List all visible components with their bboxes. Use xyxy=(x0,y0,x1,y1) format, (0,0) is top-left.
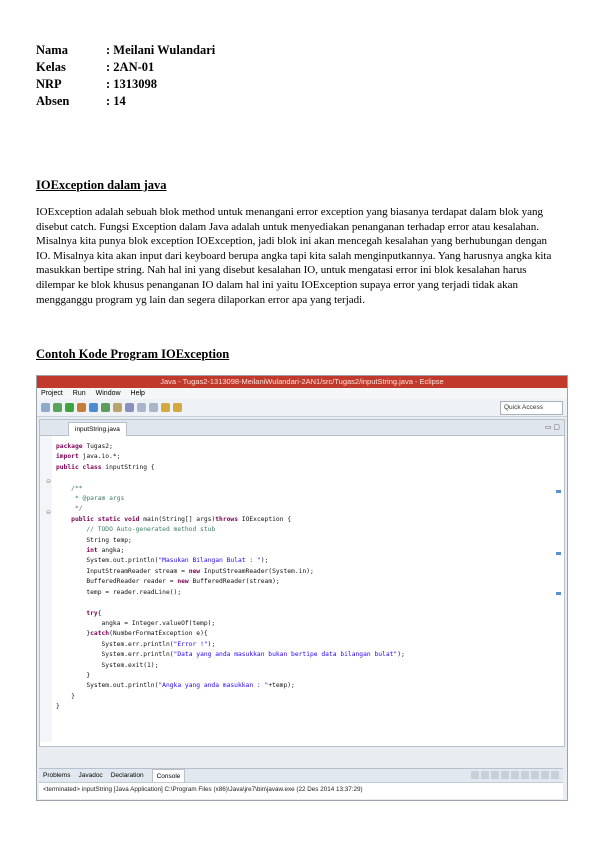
code-line: try{ xyxy=(86,609,102,617)
info-key: Nama xyxy=(36,43,68,57)
fold-icon[interactable]: ⊖ xyxy=(46,509,51,516)
code-line: BufferedReader reader = new BufferedRead… xyxy=(56,578,280,586)
info-key: NRP xyxy=(36,77,62,91)
code-line: System.out.println("Masukan Bilangan Bul… xyxy=(56,557,269,565)
code-line: import java.io.*; xyxy=(56,453,121,461)
section-heading-example: Contoh Kode Program IOException xyxy=(36,347,230,361)
code-line: public static void main(String[] args)th… xyxy=(71,515,292,523)
menu-help[interactable]: Help xyxy=(131,388,145,399)
code-line: temp = reader.readLine(); xyxy=(56,588,182,596)
previous-annotation-icon[interactable] xyxy=(149,403,158,412)
code-editor[interactable]: inputString.java ▭ ▢ ⊖ ⊖ package Tugas2;… xyxy=(39,419,565,747)
remove-all-icon[interactable] xyxy=(491,771,499,779)
info-value: : Meilani Wulandari xyxy=(106,43,216,57)
code-line: } xyxy=(56,671,91,679)
toolbar-icons xyxy=(41,403,182,412)
code-line: } xyxy=(56,692,75,700)
code-line: String temp; xyxy=(56,536,132,544)
code-line: package Tugas2; xyxy=(56,443,113,450)
tab-problems[interactable]: Problems xyxy=(43,769,70,782)
toolbar: Quick Access xyxy=(37,399,567,417)
student-info: Nama : Meilani Wulandari Kelas : 2AN-01 … xyxy=(36,42,215,110)
console-toolbar xyxy=(471,771,559,779)
overview-marker[interactable] xyxy=(556,592,561,595)
code-line: System.out.println("Angka yang anda masu… xyxy=(56,682,295,690)
scroll-lock-icon[interactable] xyxy=(511,771,519,779)
overview-marker[interactable] xyxy=(556,552,561,555)
display-console-icon[interactable] xyxy=(531,771,539,779)
code-line: System.exit(1); xyxy=(56,661,159,669)
save-icon[interactable] xyxy=(41,403,50,412)
run-icon[interactable] xyxy=(65,403,74,412)
code-line: /** xyxy=(56,484,83,492)
clear-console-icon[interactable] xyxy=(501,771,509,779)
code-line: InputStreamReader stream = new InputStre… xyxy=(56,567,314,575)
pin-console-icon[interactable] xyxy=(521,771,529,779)
editor-tab-bar: inputString.java ▭ ▢ xyxy=(40,420,564,436)
code-line: * @param args xyxy=(56,495,125,503)
minimize-icon[interactable] xyxy=(541,771,549,779)
new-java-project-icon[interactable] xyxy=(77,403,86,412)
info-key: Kelas xyxy=(36,60,66,74)
code-line: } xyxy=(56,703,60,711)
search-icon[interactable] xyxy=(125,403,134,412)
code-line: // TODO Auto-generated method stub xyxy=(56,526,216,534)
remove-launch-icon[interactable] xyxy=(481,771,489,779)
console-status: <terminated> inputString [Java Applicati… xyxy=(43,786,363,793)
editor-tab-inputstring[interactable]: inputString.java xyxy=(68,422,127,436)
section-heading-ioexception: IOException dalam java xyxy=(36,178,167,192)
maximize-icon[interactable] xyxy=(551,771,559,779)
tab-javadoc[interactable]: Javadoc xyxy=(78,769,102,782)
info-value: : 1313098 xyxy=(106,77,158,91)
new-package-icon[interactable] xyxy=(89,403,98,412)
next-annotation-icon[interactable] xyxy=(137,403,146,412)
tab-console[interactable]: Console xyxy=(151,769,186,782)
code-text: Tugas2; xyxy=(86,443,113,450)
window-title: Java - Tugas2-1313098-MeilaniWulandari-2… xyxy=(37,376,567,388)
code-line: int angka; xyxy=(86,547,125,555)
code-line: */ xyxy=(56,505,83,513)
debug-icon[interactable] xyxy=(53,403,62,412)
code-line: angka = Integer.valueOf(temp); xyxy=(56,619,216,627)
menu-bar: Project Run Window Help xyxy=(37,388,567,399)
menu-project[interactable]: Project xyxy=(41,388,63,399)
open-type-icon[interactable] xyxy=(113,403,122,412)
menu-window[interactable]: Window xyxy=(96,388,121,399)
code-line: public class inputString { xyxy=(56,463,155,471)
new-class-icon[interactable] xyxy=(101,403,110,412)
info-row-absen: Absen : 14 xyxy=(36,93,215,110)
forward-icon[interactable] xyxy=(173,403,182,412)
back-icon[interactable] xyxy=(161,403,170,412)
info-value: : 14 xyxy=(106,94,126,108)
overview-marker[interactable] xyxy=(556,490,561,493)
console-panel: Problems Javadoc Declaration Console <te… xyxy=(39,768,563,799)
terminate-icon[interactable] xyxy=(471,771,479,779)
tab-declaration[interactable]: Declaration xyxy=(111,769,144,782)
code-line: System.err.println("Data yang anda masuk… xyxy=(56,651,405,659)
section-paragraph: IOException adalah sebuah blok method un… xyxy=(36,206,552,306)
code-line: }catch(NumberFormatException e){ xyxy=(56,630,208,638)
info-key: Absen xyxy=(36,94,70,108)
info-row-nrp: NRP : 1313098 xyxy=(36,76,215,93)
info-value: : 2AN-01 xyxy=(106,60,155,74)
quick-access-input[interactable]: Quick Access xyxy=(500,401,563,415)
fold-icon[interactable]: ⊖ xyxy=(46,478,51,485)
info-row-name: Nama : Meilani Wulandari xyxy=(36,42,215,59)
minimize-maximize-icon[interactable]: ▭ ▢ xyxy=(545,423,560,431)
source-code: package Tugas2; import java.io.*; public c… xyxy=(56,442,405,713)
info-row-class: Kelas : 2AN-01 xyxy=(36,59,215,76)
code-line: System.err.println("Error !"); xyxy=(56,640,216,648)
menu-run[interactable]: Run xyxy=(73,388,86,399)
eclipse-screenshot: Java - Tugas2-1313098-MeilaniWulandari-2… xyxy=(36,375,568,801)
